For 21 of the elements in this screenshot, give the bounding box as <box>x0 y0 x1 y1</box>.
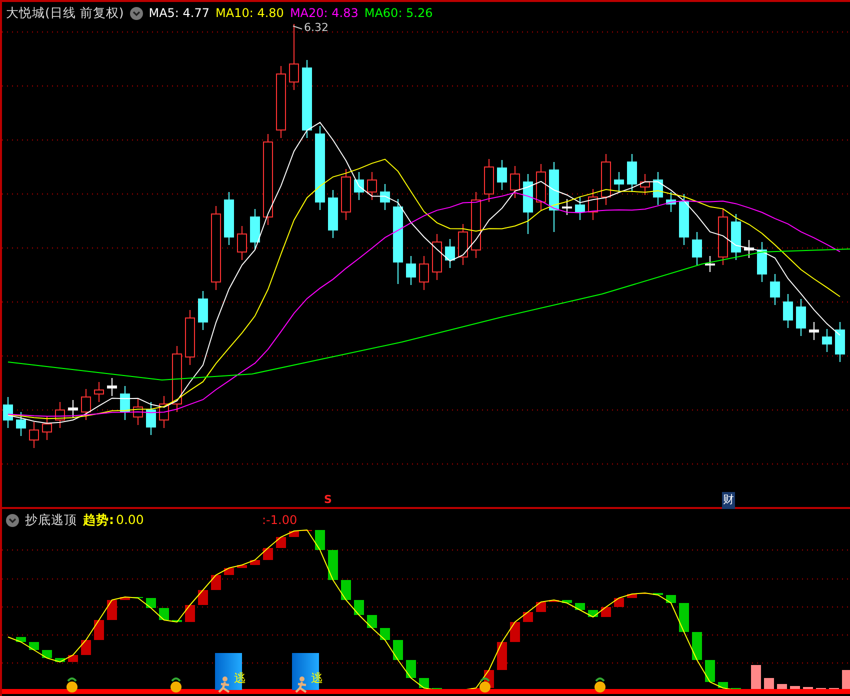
leader-line <box>292 26 302 30</box>
collapse-icon[interactable] <box>130 6 143 20</box>
fruit-icon <box>66 678 78 692</box>
indicator-value: MA10: 4.80 <box>216 5 284 22</box>
chart-title: 大悦城(日线 前复权) <box>6 4 124 22</box>
fruit-icon <box>480 678 490 692</box>
finance-marker: 财 <box>722 492 735 508</box>
indicator-value: MA20: 4.83 <box>290 5 358 22</box>
collapse-icon[interactable] <box>6 514 19 527</box>
runner-icon <box>294 676 308 694</box>
fruit-icon <box>170 678 182 692</box>
trend-value: 0.00 <box>116 511 144 529</box>
sell-marker: S <box>324 492 332 508</box>
indicator-value: MA60: 5.26 <box>364 5 433 22</box>
indicator-title: 抄底逃顶 <box>25 511 77 529</box>
fruit-icon <box>594 678 606 692</box>
trend-label: 趋势: <box>83 511 114 529</box>
indicator-value: MA5: 4.77 <box>148 5 210 22</box>
high-price-label: 6.32 <box>304 20 328 36</box>
runner-icon <box>218 676 230 694</box>
indicator-reading: :-1.00 <box>262 512 298 529</box>
